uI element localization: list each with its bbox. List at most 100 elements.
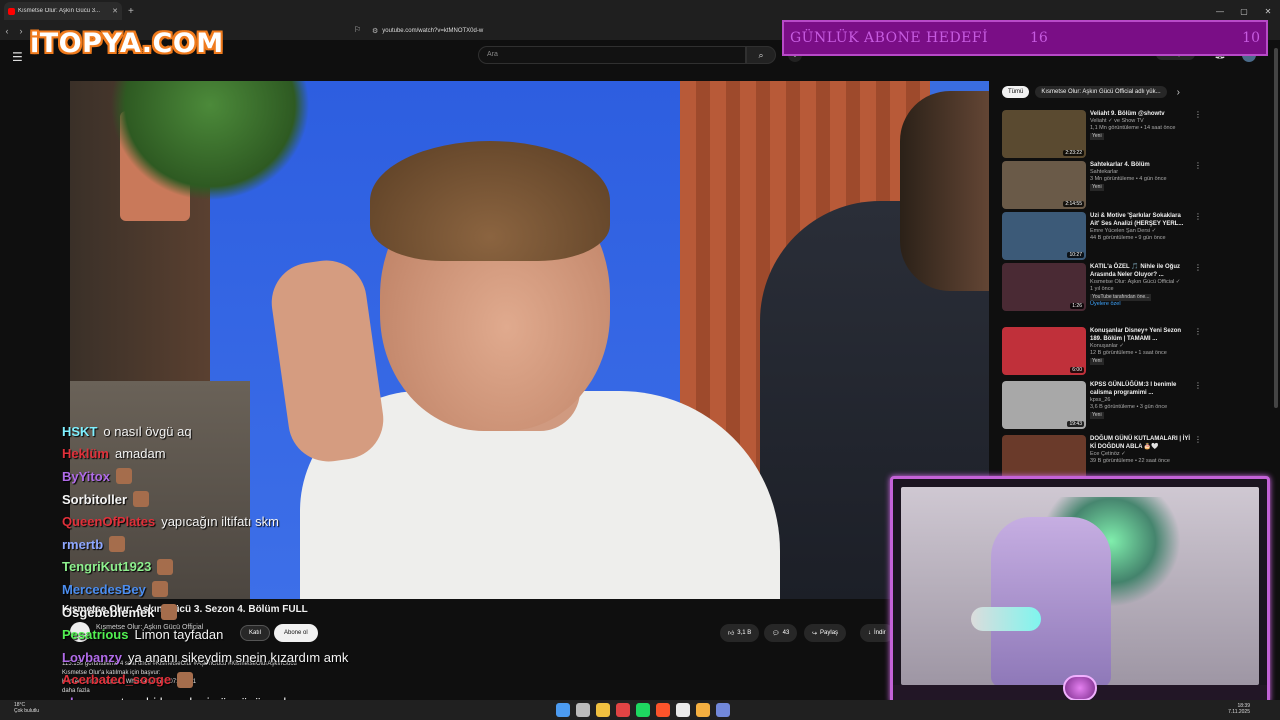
spotify-icon[interactable] <box>636 703 650 717</box>
members-only-badge: Üyelere özel <box>1090 301 1121 307</box>
video-channel: Veliaht ✓ ve Show TV <box>1090 118 1144 124</box>
itopya-logo: iTOPYA.COM <box>30 28 224 59</box>
video-stats: 3 Mn görüntüleme • 4 gün önce <box>1090 176 1167 182</box>
video-channel: Konuşanlar ✓ <box>1090 343 1124 349</box>
chat-message: Acerbated_sooge <box>62 669 422 692</box>
video-thumbnail[interactable]: 1:26 <box>1002 263 1086 311</box>
brave-browser-icon[interactable] <box>656 703 670 717</box>
search-button[interactable]: ⌕ <box>746 46 776 64</box>
page-scrollbar[interactable] <box>1274 48 1278 408</box>
bookmark-icon[interactable]: ⚐ <box>354 25 361 34</box>
chat-emote-icon <box>133 491 150 508</box>
chat-nick: rmertb <box>62 536 104 552</box>
weather-widget[interactable]: 18°C Çok bulutlu <box>14 702 39 714</box>
chat-nick: QueenOfPlates <box>62 514 156 530</box>
video-channel: Kısmetse Olur: Aşkın Gücü Official ✓ <box>1090 279 1181 285</box>
video-duration: 19:43 <box>1067 421 1084 427</box>
chat-nick: ByYitox <box>62 468 110 484</box>
window-controls: — ▢ ✕ <box>1208 0 1280 22</box>
recommended-video[interactable]: 19:43 KPSS GÜNLÜĞÜM:3 I benimle calisma p… <box>1002 381 1202 429</box>
chat-nick: Lovbanzy <box>62 649 122 665</box>
chat-message: TengriKut1923 <box>62 556 422 579</box>
like-button[interactable]: 👍︎ 3,1 B <box>720 624 760 642</box>
chip-all[interactable]: Tümü <box>1002 86 1030 98</box>
hamburger-menu-icon[interactable]: ☰ <box>12 50 23 64</box>
app-icon[interactable] <box>676 703 690 717</box>
address-bar[interactable]: ⚙ youtube.com/watch?v=ktMNOTX0d-w <box>372 25 772 37</box>
video-title-text[interactable]: Veliaht 9. Bölüm @showtv <box>1090 110 1190 118</box>
video-title-text[interactable]: Uzi & Motive 'Şarkılar Sokaklara Ait' Se… <box>1090 212 1190 228</box>
chat-nick: Sorbitoller <box>62 491 128 507</box>
video-thumbnail[interactable]: 2:14:55 <box>1002 161 1086 209</box>
close-tab-icon[interactable]: ✕ <box>112 7 118 15</box>
video-title-text[interactable]: DOĞUM GÜNÜ KUTLAMALARI | İYİ Kİ DOĞDUN A… <box>1090 435 1190 451</box>
chevron-right-icon[interactable]: › <box>1177 87 1180 98</box>
chat-nick: TengriKut1923 <box>62 559 152 575</box>
video-title-text[interactable]: KPSS GÜNLÜĞÜM:3 I benimle calisma progra… <box>1090 381 1190 397</box>
forward-arrow-icon[interactable]: › <box>14 26 28 36</box>
like-count: 3,1 B <box>737 630 752 636</box>
video-title-text[interactable]: Konuşanlar Disney+ Yeni Sezon 189. Bölüm… <box>1090 327 1190 343</box>
new-tab-icon[interactable]: + <box>128 6 134 17</box>
chat-text: Limon tayfadan <box>134 627 224 643</box>
minimize-button[interactable]: — <box>1208 0 1232 22</box>
site-info-icon[interactable]: ⚙ <box>372 27 378 35</box>
video-thumbnail[interactable]: 19:43 <box>1002 381 1086 429</box>
search-input[interactable]: Ara <box>478 46 746 64</box>
media-app-icon[interactable] <box>616 703 630 717</box>
video-thumbnail[interactable]: 6:00 <box>1002 327 1086 375</box>
recommended-video[interactable]: 6:00 Konuşanlar Disney+ Yeni Sezon 189. B… <box>1002 327 1202 375</box>
video-title-text[interactable]: KATIL'a ÖZEL 🎵 Nihle ile Oğuz Arasında N… <box>1090 263 1190 279</box>
filter-chips: Tümü Kısmetse Olur: Aşkın Gücü Official … <box>1002 86 1180 98</box>
video-plant <box>110 81 310 201</box>
video-meta: Uzi & Motive 'Şarkılar Sokaklara Ait' Se… <box>1090 212 1190 260</box>
start-icon[interactable] <box>556 703 570 717</box>
video-badge: Yeni <box>1090 133 1104 140</box>
close-window-button[interactable]: ✕ <box>1256 0 1280 22</box>
more-options-icon[interactable]: ⋮ <box>1194 263 1202 311</box>
search-taskbar-icon[interactable] <box>576 703 590 717</box>
maximize-button[interactable]: ▢ <box>1232 0 1256 22</box>
chat-message: Osgebeblemek <box>62 601 422 624</box>
youtube-favicon-icon <box>8 7 15 15</box>
chat-emote-icon <box>151 581 168 598</box>
recommended-video[interactable]: 2:14:55 Sahtekarlar 4. Bölüm Sahtekarlar 3 … <box>1002 161 1202 209</box>
recommended-video[interactable]: 1:26 KATIL'a ÖZEL 🎵 Nihle ile Oğuz Arasın… <box>1002 263 1202 311</box>
more-options-icon[interactable]: ⋮ <box>1194 212 1202 260</box>
discord-icon[interactable] <box>716 703 730 717</box>
chip-channel[interactable]: Kısmetse Olur: Aşkın Gücü Official adlı … <box>1035 86 1167 98</box>
system-clock[interactable]: 18:39 7.11.2025 <box>1228 703 1250 715</box>
chat-emote-icon <box>109 536 126 553</box>
video-stats: 1,1 Mn görüntüleme • 14 saat önce <box>1090 125 1176 131</box>
more-options-icon[interactable]: ⋮ <box>1194 110 1202 158</box>
comments-button[interactable]: 💬︎ 43 <box>764 624 798 642</box>
share-label: Paylaş <box>820 630 839 636</box>
chat-message: HSKT o nasıl övgü aq <box>62 420 422 443</box>
video-thumbnail[interactable]: 10:27 <box>1002 212 1086 260</box>
video-title-text[interactable]: Sahtekarlar 4. Bölüm <box>1090 161 1190 169</box>
recommended-video[interactable]: 2:23:22 Veliaht 9. Bölüm @showtv Veliaht ✓… <box>1002 110 1202 158</box>
download-button[interactable]: ↓ İndir <box>860 624 894 642</box>
goal-label: GÜNLÜK ABONE HEDEFİ <box>790 30 989 46</box>
app-icon-2[interactable] <box>696 703 710 717</box>
share-button[interactable]: ↪ Paylaş <box>804 624 847 642</box>
browser-tab[interactable]: Kısmetse Olur: Aşkın Gücü 3... ✕ <box>4 2 122 20</box>
video-person-right-head <box>900 91 989 291</box>
file-explorer-icon[interactable] <box>596 703 610 717</box>
chat-message: Pesatrious Limon tayfadan <box>62 623 422 646</box>
more-options-icon[interactable]: ⋮ <box>1194 161 1202 209</box>
url-text: youtube.com/watch?v=ktMNOTX0d-w <box>382 28 484 34</box>
video-stats: 12 B görüntüleme • 1 saat önce <box>1090 350 1167 356</box>
more-options-icon[interactable]: ⋮ <box>1194 381 1202 429</box>
video-duration: 2:23:22 <box>1063 150 1084 156</box>
video-channel: Sahtekarlar <box>1090 169 1119 175</box>
video-duration: 6:00 <box>1070 367 1084 373</box>
chat-text: yapıcağın iltifatı skm <box>161 514 279 530</box>
more-options-icon[interactable]: ⋮ <box>1194 327 1202 375</box>
screen: Kısmetse Olur: Aşkın Gücü 3... ✕ + — ▢ ✕… <box>0 0 1280 720</box>
back-arrow-icon[interactable]: ‹ <box>0 26 14 36</box>
chat-text: o nasıl övgü aq <box>103 423 192 439</box>
recommended-video[interactable]: 10:27 Uzi & Motive 'Şarkılar Sokaklara Ai… <box>1002 212 1202 260</box>
video-thumbnail[interactable]: 2:23:22 <box>1002 110 1086 158</box>
goal-target: 10 <box>1242 30 1260 46</box>
